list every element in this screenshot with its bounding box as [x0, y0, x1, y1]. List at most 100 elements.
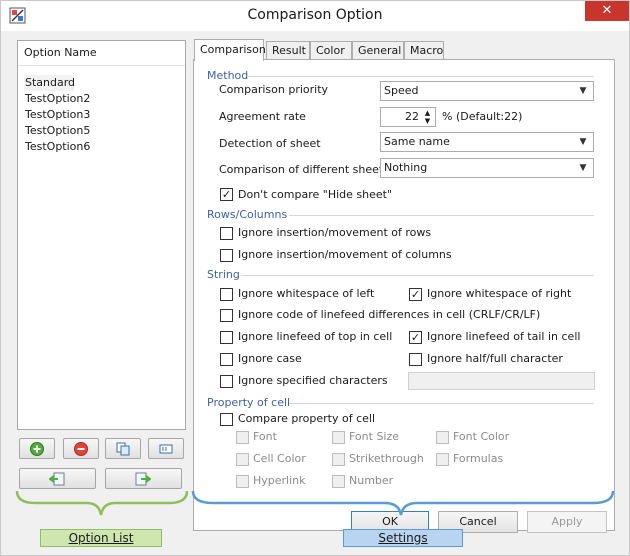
font-color-label: Font Color — [453, 430, 510, 443]
remove-option-button[interactable] — [63, 438, 99, 459]
detection-of-sheet-select[interactable]: Same name ▼ — [380, 132, 594, 152]
hyperlink-label: Hyperlink — [253, 474, 306, 487]
import-icon — [49, 472, 65, 486]
font-color-checkbox[interactable] — [436, 431, 449, 444]
agreement-rate-suffix: % (Default:22) — [442, 110, 523, 123]
list-item[interactable]: TestOption3 — [24, 107, 90, 123]
comparison-priority-select[interactable]: Speed ▼ — [380, 81, 594, 101]
comparison-priority-value: Speed — [384, 84, 419, 97]
string-section-title: String — [207, 268, 240, 281]
option-list-items: Standard TestOption2 TestOption3 TestOpt… — [24, 75, 90, 155]
detection-of-sheet-label: Detection of sheet — [219, 137, 321, 150]
agreement-rate-label: Agreement rate — [219, 110, 306, 123]
compare-property-checkbox[interactable] — [220, 413, 233, 426]
tab-color[interactable]: Color — [310, 41, 352, 60]
ignore-rows-checkbox[interactable] — [220, 227, 233, 240]
option-list[interactable]: Option Name Standard TestOption2 TestOpt… — [17, 40, 186, 430]
detection-of-sheet-value: Same name — [384, 135, 450, 148]
chevron-down-icon: ▼ — [579, 86, 587, 96]
settings-callout: Settings — [343, 529, 463, 547]
export-icon — [135, 472, 151, 486]
cell-color-checkbox[interactable] — [236, 453, 249, 466]
window-title: Comparison Option — [247, 7, 383, 23]
ws-left-label: Ignore whitespace of left — [238, 287, 375, 300]
linefeed-code-checkbox[interactable] — [220, 309, 233, 322]
list-item[interactable]: TestOption2 — [24, 91, 90, 107]
export-option-button[interactable] — [105, 468, 182, 489]
spin-up-icon[interactable]: ▲ — [421, 109, 434, 117]
lf-tail-label: Ignore linefeed of tail in cell — [427, 330, 581, 343]
close-icon: ✕ — [601, 3, 613, 18]
lf-top-label: Ignore linefeed of top in cell — [238, 330, 393, 343]
tab-comparison[interactable]: Comparison — [194, 39, 266, 61]
lf-tail-checkbox[interactable]: ✓ — [409, 331, 422, 344]
linefeed-code-label: Ignore code of linefeed differences in c… — [238, 308, 541, 321]
checkmark-icon: ✓ — [410, 288, 421, 301]
copy-icon — [116, 442, 130, 456]
halffull-label: Ignore half/full character — [427, 352, 563, 365]
dialog-client: Option Name Standard TestOption2 TestOpt… — [1, 31, 629, 555]
comparison-priority-label: Comparison priority — [219, 83, 329, 96]
number-checkbox[interactable] — [332, 475, 345, 488]
import-option-button[interactable] — [19, 468, 96, 489]
tab-general[interactable]: General — [352, 41, 404, 60]
different-sheet-label: Comparison of different sheet — [219, 163, 384, 176]
list-item[interactable]: TestOption6 — [24, 139, 90, 155]
method-section-title: Method — [207, 69, 249, 82]
ignore-case-checkbox[interactable] — [220, 353, 233, 366]
formulas-label: Formulas — [453, 452, 504, 465]
list-item[interactable]: TestOption5 — [24, 123, 90, 139]
ignore-columns-label: Ignore insertion/movement of columns — [238, 248, 452, 261]
method-divider — [247, 76, 594, 77]
settings-brace — [191, 490, 615, 516]
rename-option-button[interactable] — [148, 438, 184, 459]
font-label: Font — [253, 430, 277, 443]
different-sheet-select[interactable]: Nothing ▼ — [380, 158, 594, 178]
hide-sheet-checkbox[interactable]: ✓ — [220, 188, 233, 201]
font-size-label: Font Size — [349, 430, 400, 443]
property-divider — [289, 403, 594, 404]
add-icon — [30, 442, 44, 456]
checkmark-icon: ✓ — [410, 331, 421, 344]
lf-top-checkbox[interactable] — [220, 331, 233, 344]
list-item[interactable]: Standard — [24, 75, 75, 91]
ws-left-checkbox[interactable] — [220, 288, 233, 301]
ignore-columns-checkbox[interactable] — [220, 249, 233, 262]
compare-property-label: Compare property of cell — [238, 412, 376, 425]
specified-chars-checkbox[interactable] — [220, 375, 233, 388]
different-sheet-value: Nothing — [384, 161, 428, 174]
hide-sheet-label: Don't compare "Hide sheet" — [238, 188, 393, 201]
tab-result[interactable]: Result — [266, 41, 310, 60]
comparison-option-window: Comparison Option ✕ Option Name Standard… — [0, 0, 630, 556]
specified-chars-label: Ignore specified characters — [238, 374, 388, 387]
agreement-rate-value: 22 — [405, 110, 419, 123]
chevron-down-icon: ▼ — [579, 163, 587, 173]
checkmark-icon: ✓ — [221, 188, 232, 201]
hyperlink-checkbox[interactable] — [236, 475, 249, 488]
string-divider — [241, 275, 594, 276]
property-section-title: Property of cell — [207, 396, 291, 409]
option-list-header: Option Name — [18, 41, 185, 66]
add-option-button[interactable] — [19, 438, 55, 459]
halffull-checkbox[interactable] — [409, 353, 422, 366]
title-bar: Comparison Option ✕ — [1, 1, 629, 31]
close-button[interactable]: ✕ — [585, 1, 629, 21]
strikethrough-checkbox[interactable] — [332, 453, 345, 466]
copy-option-button[interactable] — [105, 438, 141, 459]
number-label: Number — [349, 474, 394, 487]
strikethrough-label: Strikethrough — [349, 452, 424, 465]
font-size-checkbox[interactable] — [332, 431, 345, 444]
option-list-callout: Option List — [40, 529, 162, 547]
tab-macro[interactable]: Macro — [404, 41, 444, 60]
chevron-down-icon: ▼ — [579, 137, 587, 147]
formulas-checkbox[interactable] — [436, 453, 449, 466]
ignore-case-label: Ignore case — [238, 352, 302, 365]
specified-chars-input[interactable] — [408, 372, 595, 390]
spin-down-icon[interactable]: ▼ — [421, 117, 434, 125]
font-checkbox[interactable] — [236, 431, 249, 444]
agreement-rate-stepper[interactable]: 22 ▲ ▼ — [380, 107, 436, 127]
rows-columns-divider — [289, 215, 594, 216]
ws-right-checkbox[interactable]: ✓ — [409, 288, 422, 301]
option-list-brace — [15, 490, 189, 516]
cell-color-label: Cell Color — [253, 452, 306, 465]
